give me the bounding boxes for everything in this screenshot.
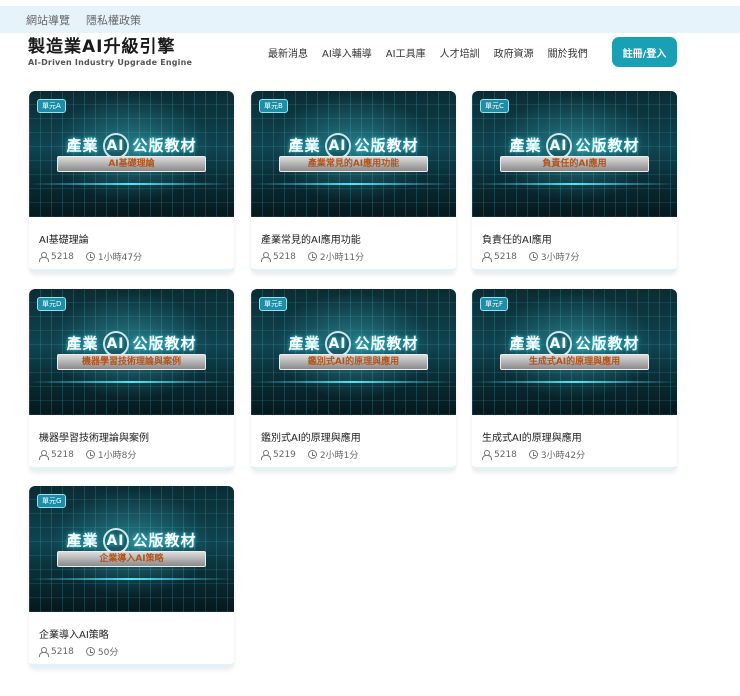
course-meta: 5219 2小時1分 (261, 448, 358, 461)
clock-icon (307, 252, 317, 261)
person-icon (482, 450, 492, 460)
thumbnail-banner: 鑑別式AI的原理與應用 (279, 354, 428, 370)
course-title[interactable]: 機器學習技術理論與案例 (39, 429, 149, 444)
course-thumbnail[interactable]: 單元C 產業 AI 公版教材 負責任的AI應用 (472, 91, 677, 217)
thumbnail-banner: AI基礎理論 (57, 156, 206, 172)
course-card[interactable]: 單元A 產業 AI 公版教材 AI基礎理論 AI基礎理論 5218 1小時47分 (29, 91, 234, 273)
thumbnail-glow-line (29, 381, 234, 383)
course-duration: 3小時7分 (540, 253, 580, 263)
course-duration: 2小時11分 (319, 253, 365, 263)
site-logo[interactable]: 製造業AI升級引擎 AI-Driven Industry Upgrade Eng… (28, 37, 192, 68)
thumbnail-glow-line (251, 381, 456, 383)
nav-item-about[interactable]: 關於我們 (548, 45, 588, 60)
course-card[interactable]: 單元G 產業 AI 公版教材 企業導入AI策略 企業導入AI策略 5218 50分 (29, 486, 234, 668)
course-meta: 5218 50分 (39, 645, 118, 658)
course-duration: 3小時42分 (540, 451, 586, 461)
unit-badge: 單元B (259, 99, 288, 113)
course-thumbnail[interactable]: 單元E 產業 AI 公版教材 鑑別式AI的原理與應用 (251, 289, 456, 415)
course-meta: 5218 2小時11分 (261, 250, 364, 263)
course-meta: 5218 1小時47分 (39, 250, 142, 263)
course-card[interactable]: 單元E 產業 AI 公版教材 鑑別式AI的原理與應用 鑑別式AI的原理與應用 521… (251, 289, 456, 471)
unit-badge: 單元E (259, 297, 288, 311)
thumbnail-glow-line (251, 183, 456, 185)
thumbnail-banner: 生成式AI的原理與應用 (500, 354, 649, 370)
course-meta: 5218 3小時7分 (482, 250, 579, 263)
clock-icon (85, 252, 95, 261)
course-thumbnail[interactable]: 單元F 產業 AI 公版教材 生成式AI的原理與應用 (472, 289, 677, 415)
thumbnail-glow-line (29, 578, 234, 580)
clock-icon (528, 450, 538, 459)
course-meta: 5218 1小時8分 (39, 448, 136, 461)
person-icon (261, 450, 271, 460)
course-card[interactable]: 單元D 產業 AI 公版教材 機器學習技術理論與案例 機器學習技術理論與案例 521… (29, 289, 234, 471)
thumbnail-glow-line (29, 183, 234, 185)
clock-icon (85, 647, 95, 656)
unit-badge: 單元A (37, 99, 66, 113)
person-icon (482, 252, 492, 262)
learner-count: 5218 (494, 251, 517, 262)
thumbnail-banner: 負責任的AI應用 (500, 156, 649, 172)
learner-count: 5218 (51, 251, 74, 262)
thumbnail-banner: 企業導入AI策略 (57, 551, 206, 567)
clock-icon (528, 252, 538, 261)
unit-badge: 單元F (480, 297, 509, 311)
site-header: 製造業AI升級引擎 AI-Driven Industry Upgrade Eng… (0, 33, 740, 77)
person-icon (261, 252, 271, 262)
unit-badge: 單元C (480, 99, 509, 113)
login-button[interactable]: 註冊/登入 (612, 37, 677, 67)
course-duration: 2小時1分 (319, 451, 359, 461)
course-duration: 1小時47分 (97, 253, 143, 263)
thumbnail-glow-line (472, 183, 677, 185)
nav-item-gov-resources[interactable]: 政府資源 (494, 45, 534, 60)
course-duration: 50分 (97, 648, 119, 658)
course-title[interactable]: AI基礎理論 (39, 231, 89, 246)
thumbnail-banner: 機器學習技術理論與案例 (57, 354, 206, 370)
course-meta: 5218 3小時42分 (482, 448, 585, 461)
course-title[interactable]: 生成式AI的原理與應用 (482, 429, 582, 444)
thumbnail-glow-line (472, 381, 677, 383)
clock-icon (85, 450, 95, 459)
unit-badge: 單元G (37, 494, 67, 508)
course-duration: 1小時8分 (97, 451, 137, 461)
site-title: 製造業AI升級引擎 (28, 37, 176, 57)
person-icon (39, 450, 49, 460)
course-thumbnail[interactable]: 單元D 產業 AI 公版教材 機器學習技術理論與案例 (29, 289, 234, 415)
site-map-link[interactable]: 網站導覽 (26, 12, 70, 28)
course-card[interactable]: 單元B 產業 AI 公版教材 產業常見的AI應用功能 產業常見的AI應用功能 521… (251, 91, 456, 273)
nav-item-training[interactable]: 人才培訓 (440, 45, 480, 60)
course-thumbnail[interactable]: 單元G 產業 AI 公版教材 企業導入AI策略 (29, 486, 234, 612)
person-icon (39, 252, 49, 262)
thumbnail-banner: 產業常見的AI應用功能 (279, 156, 428, 172)
learner-count: 5218 (494, 449, 517, 460)
learner-count: 5218 (51, 449, 74, 460)
learner-count: 5219 (273, 449, 296, 460)
course-thumbnail[interactable]: 單元A 產業 AI 公版教材 AI基礎理論 (29, 91, 234, 217)
utility-bar: 網站導覽 隱私權政策 (0, 6, 740, 33)
course-card[interactable]: 單元C 產業 AI 公版教材 負責任的AI應用 負責任的AI應用 5218 3小時7… (472, 91, 677, 273)
course-thumbnail[interactable]: 單元B 產業 AI 公版教材 產業常見的AI應用功能 (251, 91, 456, 217)
site-subtitle: AI-Driven Industry Upgrade Engine (28, 58, 193, 67)
course-title[interactable]: 產業常見的AI應用功能 (261, 231, 361, 246)
course-title[interactable]: 負責任的AI應用 (482, 231, 552, 246)
learner-count: 5218 (273, 251, 296, 262)
learner-count: 5218 (51, 646, 74, 657)
course-title[interactable]: 鑑別式AI的原理與應用 (261, 429, 361, 444)
nav-item-news[interactable]: 最新消息 (268, 45, 308, 60)
privacy-policy-link[interactable]: 隱私權政策 (86, 12, 141, 28)
clock-icon (307, 450, 317, 459)
main-nav: 最新消息 AI導入輔導 AI工具庫 人才培訓 政府資源 關於我們 (268, 45, 588, 60)
nav-item-ai-tools[interactable]: AI工具庫 (386, 45, 426, 60)
person-icon (39, 647, 49, 657)
course-card[interactable]: 單元F 產業 AI 公版教材 生成式AI的原理與應用 生成式AI的原理與應用 521… (472, 289, 677, 471)
course-title[interactable]: 企業導入AI策略 (39, 626, 109, 641)
nav-item-ai-consulting[interactable]: AI導入輔導 (322, 45, 372, 60)
unit-badge: 單元D (37, 297, 67, 311)
